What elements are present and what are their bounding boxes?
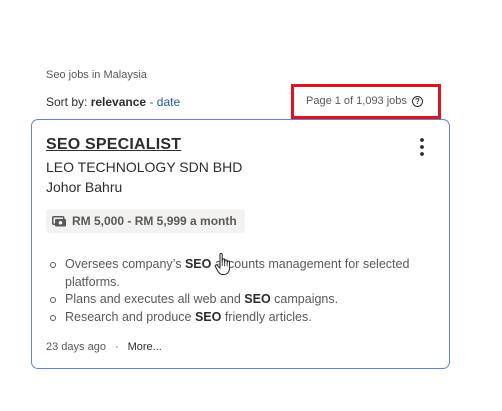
- sort-relevance-option[interactable]: relevance: [91, 95, 146, 109]
- page-count-highlight: Page 1 of 1,093 jobs ?: [291, 84, 441, 119]
- posted-date: 23 days ago: [46, 341, 106, 353]
- sort-by-label: Sort by:: [46, 95, 88, 109]
- footer-separator: ·: [114, 341, 119, 353]
- page-count-text: Page 1 of 1,093 jobs: [306, 95, 407, 107]
- job-card[interactable]: SEO SPECIALIST LEO TECHNOLOGY SDN BHD Jo…: [31, 119, 450, 369]
- company-name: LEO TECHNOLOGY SDN BHD: [46, 159, 243, 175]
- search-results-page: Seo jobs in Malaysia Sort by: relevance …: [0, 0, 502, 411]
- snippet-item: Research and produce SEO friendly articl…: [49, 309, 429, 327]
- snippet-keyword: SEO: [244, 292, 271, 306]
- job-snippet: Oversees company’s SEO accounts manageme…: [49, 256, 429, 326]
- page-count: Page 1 of 1,093 jobs ?: [306, 95, 423, 107]
- sort-date-link[interactable]: date: [157, 95, 180, 109]
- job-card-footer: 23 days ago · More...: [46, 341, 162, 353]
- snippet-keyword: SEO: [184, 257, 212, 271]
- results-context-title: Seo jobs in Malaysia: [46, 69, 147, 81]
- job-title-link[interactable]: SEO SPECIALIST: [46, 136, 181, 154]
- salary-text: RM 5,000 - RM 5,999 a month: [72, 214, 237, 228]
- snippet-item: Plans and executes all web and SEO campa…: [49, 291, 429, 309]
- snippet-item: Oversees company’s SEO accounts manageme…: [49, 256, 429, 291]
- help-icon[interactable]: ?: [411, 95, 423, 107]
- kebab-menu-icon[interactable]: [417, 137, 427, 157]
- more-link[interactable]: More...: [128, 341, 162, 353]
- sort-by-row: Sort by: relevance - date: [46, 95, 180, 109]
- salary-badge: RM 5,000 - RM 5,999 a month: [46, 209, 245, 233]
- sort-separator: -: [149, 95, 154, 109]
- snippet-keyword: SEO: [194, 309, 222, 324]
- job-location: Johor Bahru: [46, 179, 123, 195]
- money-icon: [52, 215, 66, 226]
